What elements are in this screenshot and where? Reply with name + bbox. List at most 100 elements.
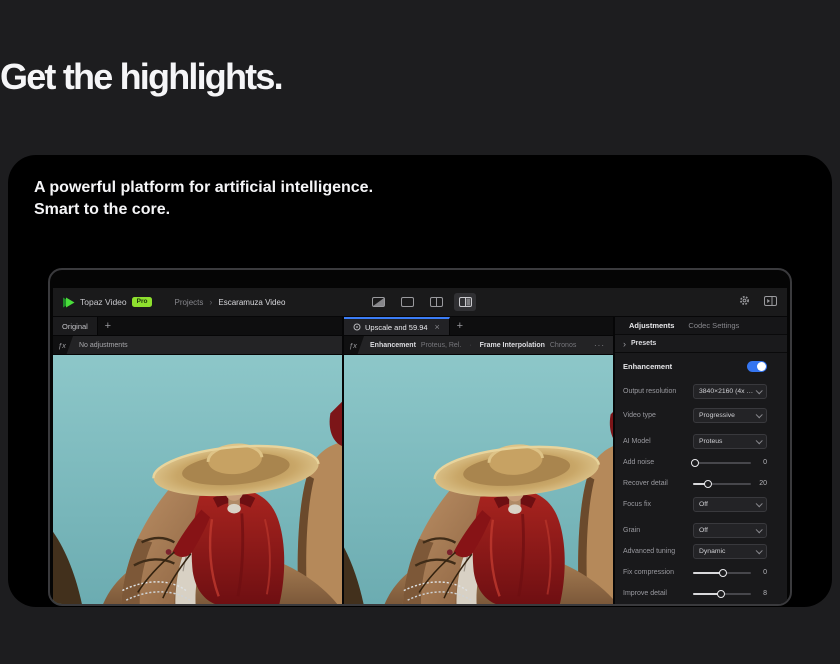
advanced-tuning-dropdown[interactable]: Dynamic — [693, 544, 767, 559]
app-logo[interactable]: Topaz Video Pro — [63, 297, 152, 308]
output-resolution-dropdown[interactable]: 3840×2160 (4x … — [693, 384, 767, 399]
enhancement-label: Enhancement — [623, 362, 672, 371]
control-label: Output resolution — [623, 388, 693, 395]
highlight-card: A powerful platform for artificial intel… — [8, 155, 832, 607]
original-tabrow: Original + — [53, 317, 342, 336]
slider-value: 8 — [753, 590, 767, 597]
control-label: Advanced tuning — [623, 548, 693, 555]
status-overflow-icon[interactable]: ··· — [594, 341, 605, 350]
control-label: Focus fix — [623, 501, 693, 508]
tab-adjustments[interactable]: Adjustments — [629, 321, 674, 330]
chevron-down-icon — [756, 547, 763, 554]
breadcrumb-separator: › — [209, 297, 212, 307]
close-tab-icon[interactable]: × — [435, 322, 440, 332]
control-row-advanced-tuning: Advanced tuning Dynamic — [623, 541, 767, 562]
processed-status-bar: ƒx Enhancement Proteus, Rel. · Frame Int… — [344, 336, 613, 355]
original-pane: Original + ƒx No adjustments — [53, 317, 342, 604]
titlebar-right-actions — [739, 288, 777, 316]
chevron-down-icon — [756, 437, 763, 444]
slider-value: 0 — [753, 459, 767, 466]
grain-dropdown[interactable]: Off — [693, 523, 767, 538]
app-titlebar: Topaz Video Pro Projects › Escaramuza Vi… — [53, 288, 787, 317]
video-preview-processed[interactable] — [344, 355, 613, 604]
toggle-right-panel-icon[interactable] — [764, 293, 777, 311]
control-row-improve-detail: Improve detail 8 — [623, 583, 767, 604]
fx-icon: ƒx — [53, 336, 73, 354]
topaz-video-app: Topaz Video Pro Projects › Escaramuza Vi… — [53, 288, 787, 604]
dropdown-value: Proteus — [699, 438, 722, 445]
add-view-button-left[interactable]: + — [98, 317, 118, 335]
side-by-side-view-icon[interactable] — [454, 293, 476, 311]
dropdown-value: Off — [699, 501, 708, 508]
breadcrumb: Projects › Escaramuza Video — [174, 297, 285, 307]
control-label: Recover detail — [623, 480, 693, 487]
control-row-video-type: Video type Progressive — [623, 405, 767, 426]
app-window-frame: Topaz Video Pro Projects › Escaramuza Vi… — [48, 268, 792, 606]
video-type-dropdown[interactable]: Progressive — [693, 408, 767, 423]
improve-detail-slider[interactable] — [693, 586, 751, 601]
chevron-down-icon — [756, 500, 763, 507]
slider-knob[interactable] — [704, 480, 712, 488]
slider-value: 0 — [753, 569, 767, 576]
control-row-ai-model: AI Model Proteus — [623, 431, 767, 452]
recover-detail-slider[interactable] — [693, 476, 751, 491]
brand-name: Topaz Video — [80, 297, 127, 307]
slider-knob[interactable] — [691, 459, 699, 467]
single-view-icon[interactable] — [396, 293, 418, 311]
presets-row[interactable]: › Presets — [615, 335, 787, 353]
sidebar-tabs: Adjustments Codec Settings — [615, 317, 787, 335]
tab-codec-settings[interactable]: Codec Settings — [688, 321, 739, 330]
chevron-right-icon: › — [623, 339, 626, 349]
adjustments-sidebar: Adjustments Codec Settings › Presets Enh… — [615, 317, 787, 604]
enhancement-toggle-row: Enhancement — [623, 357, 767, 375]
chevron-down-icon — [756, 411, 763, 418]
control-label: Add noise — [623, 459, 693, 466]
page-title: Get the highlights. — [0, 56, 282, 98]
video-preview-original[interactable] — [53, 355, 342, 604]
dropdown-value: 3840×2160 (4x … — [699, 388, 753, 395]
breadcrumb-projects[interactable]: Projects — [174, 298, 203, 307]
control-row-add-noise: Add noise 0 — [623, 452, 767, 473]
split-view-icon[interactable] — [425, 293, 447, 311]
control-row-fix-compression: Fix compression 0 — [623, 562, 767, 583]
settings-gear-icon[interactable] — [739, 293, 750, 311]
chevron-down-icon — [756, 526, 763, 533]
control-row-grain: Grain Off — [623, 520, 767, 541]
tab-original-label: Original — [62, 322, 88, 331]
app-main: Original + ƒx No adjustments — [53, 317, 787, 604]
breadcrumb-current-project: Escaramuza Video — [218, 298, 285, 307]
processed-tabrow: Upscale and 59.94 × + — [344, 317, 613, 336]
slider-knob[interactable] — [717, 590, 725, 598]
sidebar-body: Enhancement Output resolution 3840×2160 … — [615, 353, 787, 604]
original-status-bar: ƒx No adjustments — [53, 336, 342, 355]
tagline-line2: Smart to the core. — [34, 201, 170, 218]
interpolation-status-label: Frame Interpolation — [480, 342, 545, 349]
tab-upscale[interactable]: Upscale and 59.94 × — [344, 317, 450, 335]
control-label: Improve detail — [623, 590, 693, 597]
control-label: Video type — [623, 412, 693, 419]
slider-knob[interactable] — [719, 569, 727, 577]
enhancement-toggle[interactable] — [747, 361, 767, 372]
presets-label: Presets — [631, 340, 656, 347]
tab-original[interactable]: Original — [53, 317, 98, 335]
focus-fix-dropdown[interactable]: Off — [693, 497, 767, 512]
add-view-button-right[interactable]: + — [450, 317, 470, 335]
enhancement-status-value: Proteus, Rel. — [421, 342, 461, 349]
control-label: Fix compression — [623, 569, 693, 576]
control-label: AI Model — [623, 438, 693, 445]
page: Get the highlights. A powerful platform … — [0, 0, 840, 664]
compare-view-icon[interactable] — [367, 293, 389, 311]
dropdown-value: Dynamic — [699, 548, 725, 555]
slider-track — [693, 462, 751, 464]
chevron-down-icon — [756, 387, 763, 394]
fx-icon: ƒx — [344, 336, 364, 354]
dropdown-value: Off — [699, 527, 708, 534]
ai-model-dropdown[interactable]: Proteus — [693, 434, 767, 449]
card-tagline: A powerful platform for artificial intel… — [34, 177, 373, 221]
status-separator: · — [469, 342, 471, 349]
add-noise-slider[interactable] — [693, 455, 751, 470]
pro-badge: Pro — [132, 297, 153, 307]
upscale-icon — [353, 323, 361, 331]
fix-compression-slider[interactable] — [693, 565, 751, 580]
control-label: Grain — [623, 527, 693, 534]
